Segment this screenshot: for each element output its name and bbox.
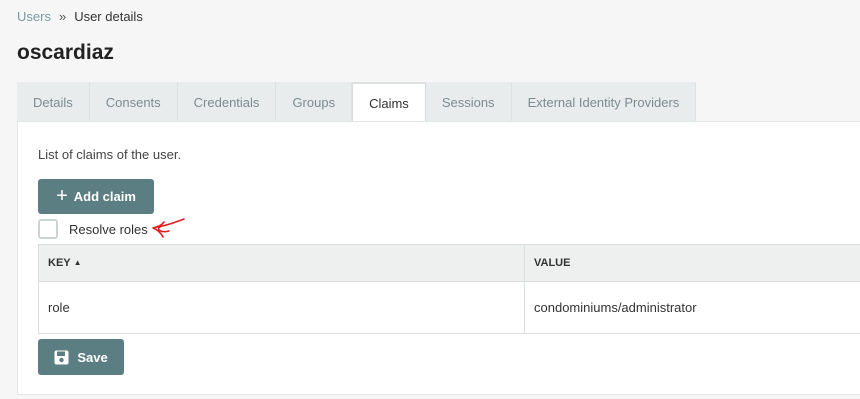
tab-external-identity-providers[interactable]: External Identity Providers	[511, 82, 697, 122]
add-claim-label: Add claim	[73, 189, 136, 204]
value-header-label: VALUE	[534, 257, 571, 269]
tab-bar: Details Consents Credentials Groups Clai…	[17, 82, 697, 122]
tab-details[interactable]: Details	[17, 82, 90, 122]
table-header-row: KEY ▲ VALUE	[38, 244, 860, 282]
breadcrumb-current: User details	[74, 9, 143, 24]
resolve-roles-row: Resolve roles	[38, 219, 148, 239]
save-button[interactable]: Save	[38, 339, 124, 375]
value-column-header[interactable]: VALUE	[524, 244, 860, 282]
page-title: oscardiaz	[17, 41, 114, 64]
claims-description: List of claims of the user.	[38, 147, 182, 162]
breadcrumb-separator: »	[58, 9, 67, 24]
resolve-roles-checkbox[interactable]	[38, 219, 58, 239]
tab-claims[interactable]: Claims	[352, 82, 426, 122]
breadcrumb-users-link[interactable]: Users	[17, 9, 51, 24]
claims-panel: List of claims of the user. + Add claim …	[17, 121, 860, 395]
key-column-header[interactable]: KEY ▲	[38, 244, 525, 282]
claim-value-cell: condominiums/administrator	[524, 281, 860, 334]
breadcrumb: Users » User details	[17, 9, 143, 24]
claim-key-cell: role	[38, 281, 525, 334]
tab-groups[interactable]: Groups	[276, 82, 353, 122]
table-row[interactable]: role condominiums/administrator	[38, 281, 860, 334]
claims-table: KEY ▲ VALUE role condominiums/administrat…	[38, 244, 860, 334]
tab-sessions[interactable]: Sessions	[425, 82, 512, 122]
save-label: Save	[77, 349, 108, 365]
red-hand-drawn-arrow-icon	[152, 218, 185, 238]
plus-icon: +	[56, 184, 68, 207]
floppy-disk-icon	[54, 350, 69, 365]
key-header-label: KEY	[48, 257, 71, 269]
sort-ascending-icon: ▲	[73, 258, 82, 267]
tab-credentials[interactable]: Credentials	[177, 82, 277, 122]
resolve-roles-label[interactable]: Resolve roles	[69, 222, 148, 237]
tab-consents[interactable]: Consents	[89, 82, 178, 122]
add-claim-button[interactable]: + Add claim	[38, 179, 154, 214]
